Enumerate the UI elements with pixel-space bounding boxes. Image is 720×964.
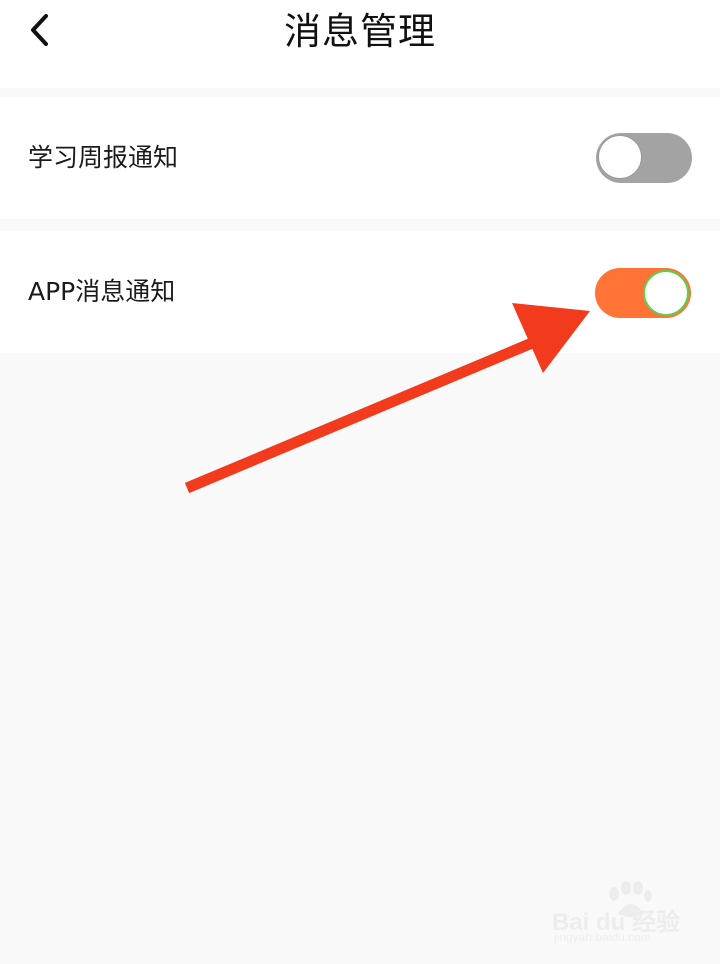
watermark: Bai du 经验 jingyan.baidu.com (552, 880, 712, 950)
toggle-knob (598, 135, 642, 179)
setting-label-app-notification: APP消息通知 (28, 277, 176, 306)
page-title: 消息管理 (284, 10, 436, 53)
navigation-bar: 消息管理 (0, 0, 720, 88)
setting-row-weekly-report: 学习周报通知 (0, 97, 720, 219)
toggle-knob (643, 270, 689, 316)
watermark-url: jingyan.baidu.com (554, 930, 651, 944)
app-notification-toggle[interactable] (595, 268, 691, 318)
weekly-report-toggle[interactable] (596, 133, 692, 183)
setting-row-app-notification: APP消息通知 (0, 231, 720, 353)
setting-label-weekly-report: 学习周报通知 (28, 143, 179, 172)
